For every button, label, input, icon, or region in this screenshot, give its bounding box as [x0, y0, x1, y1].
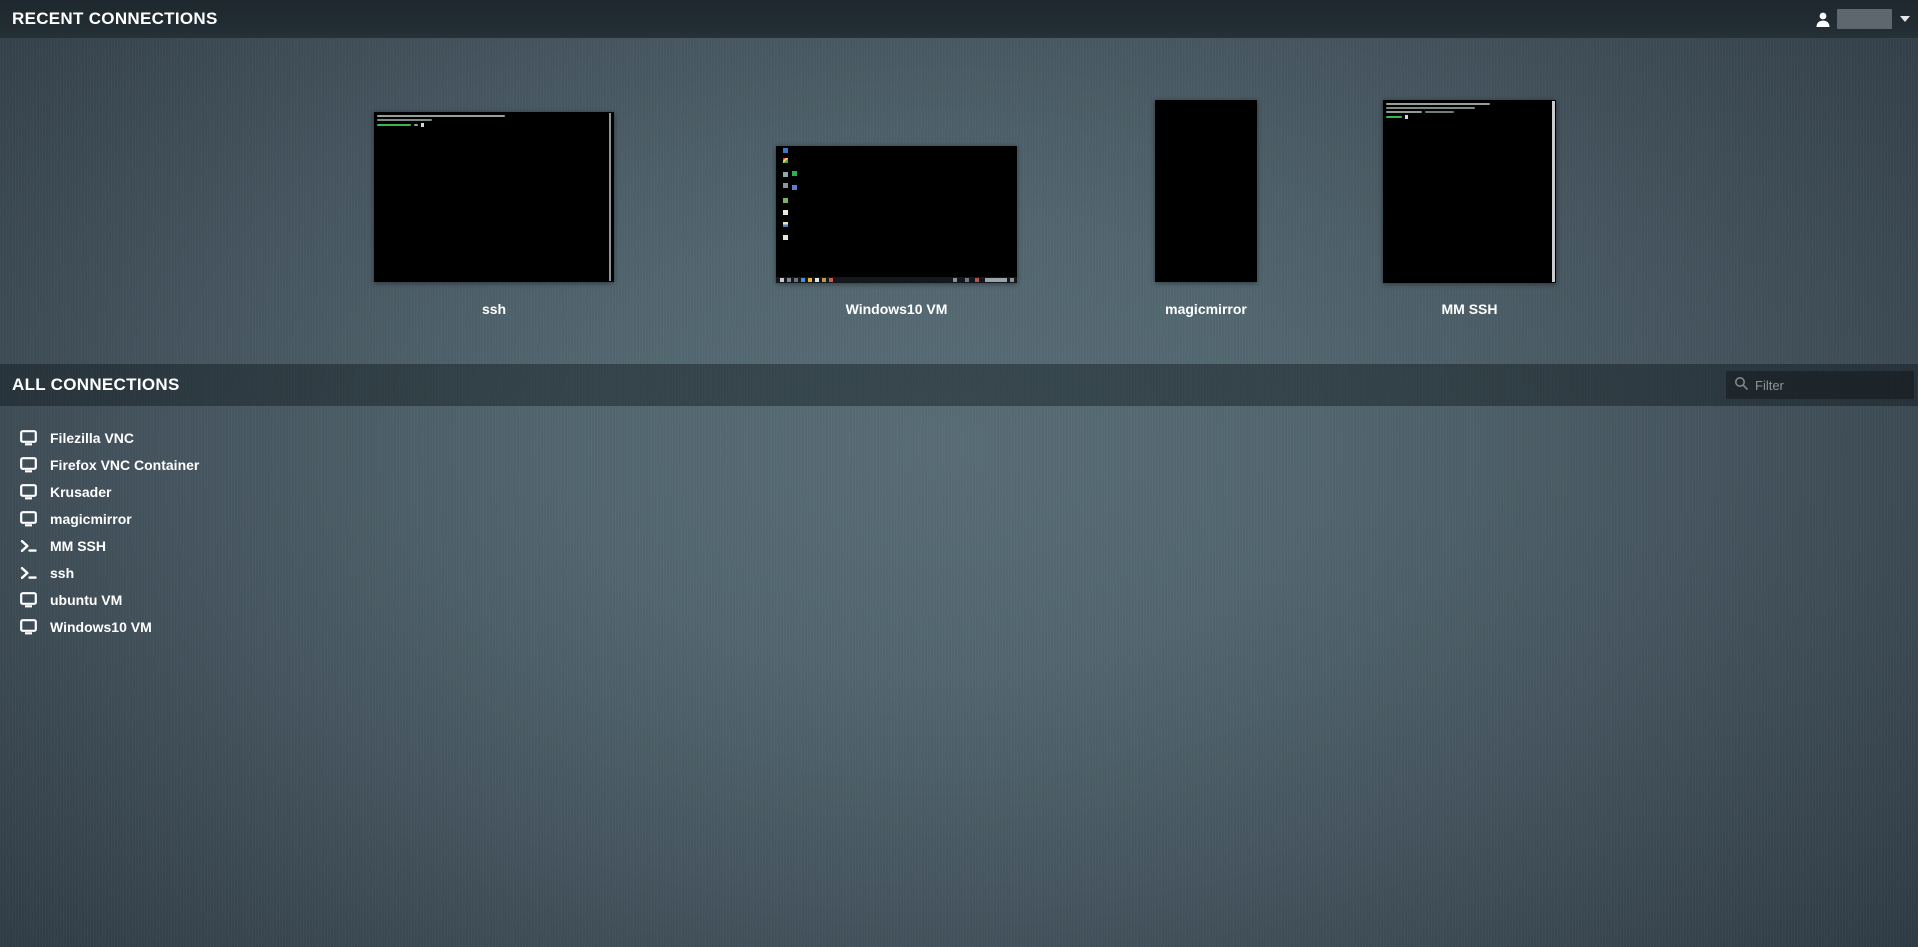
monitor-icon — [20, 592, 37, 608]
all-connections-bar: ALL CONNECTIONS — [0, 364, 1918, 406]
connection-thumbnail — [1383, 100, 1556, 283]
connection-item-filezilla-vnc[interactable]: Filezilla VNC — [0, 424, 900, 451]
connection-label: Krusader — [50, 484, 111, 500]
connection-item-magicmirror[interactable]: magicmirror — [0, 505, 900, 532]
connection-label: MM SSH — [50, 538, 106, 554]
connection-label: Firefox VNC Container — [50, 457, 199, 473]
recent-connection-label: MM SSH — [1343, 301, 1596, 318]
thumbnail-scrollbar — [609, 113, 611, 281]
monitor-icon — [20, 619, 37, 635]
recent-connection-label: Windows10 VM — [736, 301, 1057, 318]
connection-item-firefox-vnc-container[interactable]: Firefox VNC Container — [0, 451, 900, 478]
section-title: ALL CONNECTIONS — [12, 364, 180, 406]
user-icon — [1815, 11, 1831, 28]
desktop-icon — [783, 235, 788, 240]
desktop-icon — [783, 158, 788, 163]
connection-label: Windows10 VM — [50, 619, 152, 635]
connection-label: magicmirror — [50, 511, 132, 527]
connection-label: ubuntu VM — [50, 592, 122, 608]
page-title: RECENT CONNECTIONS — [12, 0, 218, 38]
desktop-icon — [783, 198, 788, 203]
monitor-icon — [20, 511, 37, 527]
chevron-down-icon — [1900, 16, 1910, 22]
terminal-preview-art — [377, 115, 606, 129]
connection-item-ubuntu-vm[interactable]: ubuntu VM — [0, 586, 900, 613]
user-menu[interactable] — [1815, 0, 1910, 38]
desktop-icon — [783, 172, 788, 177]
terminal-icon — [20, 538, 37, 554]
desktop-icon — [792, 171, 797, 176]
terminal-preview-art — [1386, 103, 1548, 121]
filter-box[interactable] — [1726, 371, 1914, 399]
recent-connection-windows10-vm[interactable]: Windows10 VM — [776, 146, 1017, 318]
recent-connection-magicmirror[interactable]: magicmirror — [1155, 100, 1257, 318]
connection-item-mm-ssh[interactable]: MM SSH — [0, 532, 900, 559]
recent-connection-label: ssh — [334, 301, 654, 318]
desktop-icon — [783, 183, 788, 188]
desktop-icon — [783, 210, 788, 215]
monitor-icon — [20, 457, 37, 473]
monitor-icon — [20, 430, 37, 446]
thumbnail-scrollbar — [1552, 101, 1555, 282]
desktop-icon — [792, 185, 797, 190]
connection-item-windows10-vm[interactable]: Windows10 VM — [0, 613, 900, 640]
connection-item-ssh[interactable]: ssh — [0, 559, 900, 586]
recent-connection-mm-ssh[interactable]: MM SSH — [1383, 100, 1556, 318]
connection-thumbnail — [1155, 100, 1257, 282]
terminal-icon — [20, 565, 37, 581]
desktop-icon — [783, 148, 788, 153]
filter-input[interactable] — [1755, 378, 1906, 393]
connection-list: Filezilla VNC Firefox VNC Container Krus… — [0, 424, 900, 640]
monitor-icon — [20, 484, 37, 500]
desktop-icon — [783, 222, 788, 227]
header-bar: RECENT CONNECTIONS — [0, 0, 1918, 38]
connection-label: ssh — [50, 565, 74, 581]
taskbar-preview-art — [776, 277, 1017, 283]
connection-item-krusader[interactable]: Krusader — [0, 478, 900, 505]
recent-connection-label: magicmirror — [1115, 301, 1297, 318]
connection-label: Filezilla VNC — [50, 430, 134, 446]
search-icon — [1734, 376, 1748, 395]
connection-thumbnail — [776, 146, 1017, 283]
username-redacted — [1837, 9, 1892, 29]
recent-connection-ssh[interactable]: ssh — [374, 112, 614, 318]
connection-thumbnail — [374, 112, 614, 282]
